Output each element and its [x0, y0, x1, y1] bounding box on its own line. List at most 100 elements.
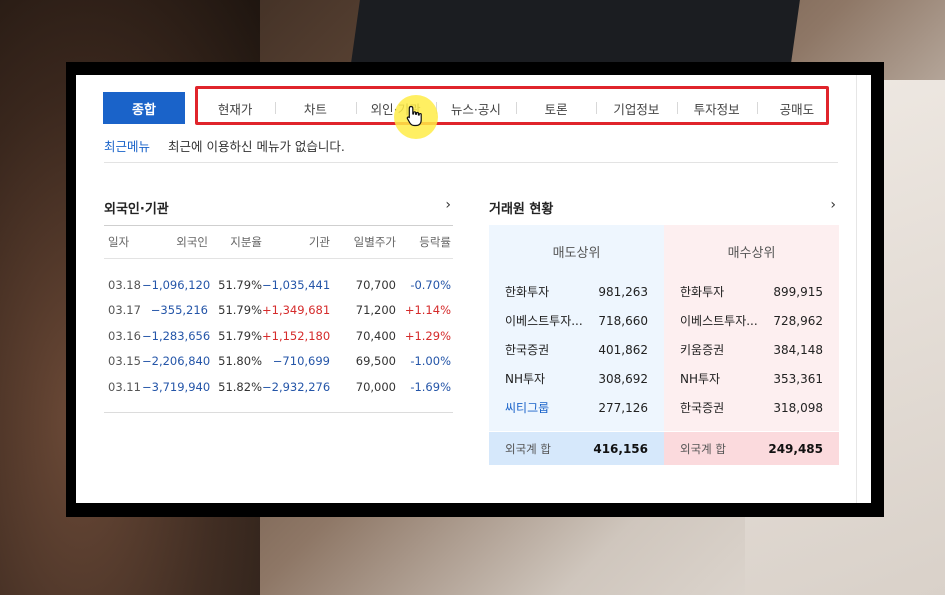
- broker-volume: 308,692: [598, 371, 648, 386]
- broker-row: 한국증권 318,098: [664, 393, 839, 422]
- broker-volume: 353,361: [773, 371, 823, 386]
- tab-company-info[interactable]: 기업정보: [596, 92, 676, 124]
- buy-foreign-total: 외국계 합 249,485: [664, 431, 839, 465]
- cell-date: 03.18: [108, 277, 141, 292]
- cell-change-rate: -0.70%: [410, 277, 451, 292]
- broker-name: NH투자: [680, 372, 721, 386]
- foreign-institution-section: 외국인·기관 › 일자 외국인 지분율 기관 일별주가 등락률 03.18 −1,…: [104, 197, 453, 413]
- cell-institution: +1,349,681: [262, 303, 331, 318]
- sell-top-box: 매도상위 한화투자 981,263 이베스트투자... 718,660 한국증권 401,…: [489, 225, 664, 465]
- broker-row: 한화투자 981,263: [489, 277, 664, 306]
- tab-bar: 종합 현재가 차트 외인·기관 뉴스·공시 토론 기업정보 투자정보 공매도: [103, 92, 837, 124]
- broker-name: 한화투자: [680, 285, 725, 299]
- broker-volume: 899,915: [773, 284, 823, 299]
- hand-pointer-icon: [406, 105, 422, 127]
- tab-news-disclosure[interactable]: 뉴스·공시: [435, 92, 516, 124]
- col-change-rate: 등락률: [419, 235, 451, 249]
- cell-foreign: −1,283,656: [142, 328, 211, 343]
- foreign-total-label: 외국계 합: [680, 441, 726, 456]
- table-row: 03.15 −2,206,840 51.80% −710,699 69,500 -1.00…: [104, 349, 453, 375]
- broker-volume: 718,660: [598, 313, 648, 328]
- cell-institution: −1,035,441: [262, 277, 331, 292]
- broker-row: 이베스트투자... 728,962: [664, 306, 839, 335]
- broker-row: 키움증권 384,148: [664, 335, 839, 364]
- stock-info-panel: 종합 현재가 차트 외인·기관 뉴스·공시 토론 기업정보 투자정보 공매도 최…: [76, 75, 871, 503]
- cell-foreign: −355,216: [150, 303, 208, 318]
- sell-foreign-total: 외국계 합 416,156: [489, 431, 664, 465]
- table-row: 03.11 −3,719,940 51.82% −2,932,276 70,000 -1.…: [104, 374, 453, 400]
- foreign-total-value: 416,156: [593, 441, 648, 456]
- tab-chart[interactable]: 차트: [275, 92, 355, 124]
- broker-volume: 981,263: [598, 284, 648, 299]
- broker-volume: 384,148: [773, 342, 823, 357]
- cell-daily-price: 70,000: [355, 379, 396, 394]
- chevron-right-icon[interactable]: ›: [445, 197, 451, 213]
- recent-menu-message: 최근에 이용하신 메뉴가 없습니다.: [168, 139, 345, 154]
- divider: [104, 412, 453, 413]
- tab-overview[interactable]: 종합: [103, 92, 185, 124]
- cell-change-rate: +1.14%: [404, 303, 451, 318]
- recent-menu-label[interactable]: 최근메뉴: [104, 136, 150, 155]
- cell-date: 03.16: [108, 328, 141, 343]
- cell-daily-price: 70,400: [355, 328, 396, 343]
- cell-institution: +1,152,180: [262, 328, 331, 343]
- section-title: 외국인·기관: [104, 202, 169, 217]
- broker-name: 한화투자: [505, 285, 550, 299]
- broker-volume: 277,126: [598, 400, 648, 415]
- cell-date: 03.17: [108, 303, 141, 318]
- cell-institution: −2,932,276: [262, 379, 331, 394]
- table-row: 03.18 −1,096,120 51.79% −1,035,441 70,700 -0.…: [104, 272, 453, 298]
- recent-menu: 최근메뉴 최근에 이용하신 메뉴가 없습니다.: [104, 136, 345, 155]
- table-header: 일자 외국인 지분율 기관 일별주가 등락률: [104, 225, 453, 259]
- cell-date: 03.15: [108, 354, 141, 369]
- cell-change-rate: -1.69%: [410, 379, 451, 394]
- cell-daily-price: 69,500: [355, 354, 396, 369]
- broker-row: NH투자 308,692: [489, 364, 664, 393]
- col-ownership: 지분율: [230, 235, 262, 249]
- table-row: 03.16 −1,283,656 51.79% +1,152,180 70,400 +1.…: [104, 323, 453, 349]
- broker-volume: 401,862: [598, 342, 648, 357]
- tab-list: 현재가 차트 외인·기관 뉴스·공시 토론 기업정보 투자정보 공매도: [195, 92, 837, 124]
- section-title: 거래원 현황: [489, 202, 554, 217]
- cell-date: 03.11: [108, 379, 141, 394]
- broker-row: NH투자 353,361: [664, 364, 839, 393]
- broker-name[interactable]: 씨티그룹: [505, 399, 549, 416]
- buy-top-header: 매수상위: [727, 245, 776, 261]
- broker-name: 한국증권: [505, 343, 550, 357]
- tab-discussion[interactable]: 토론: [516, 92, 596, 124]
- broker-name: 이베스트투자...: [505, 314, 583, 328]
- broker-name: 한국증권: [680, 401, 725, 415]
- broker-row: 씨티그룹 277,126: [489, 393, 664, 422]
- broker-row: 한국증권 401,862: [489, 335, 664, 364]
- col-institution: 기관: [308, 235, 330, 249]
- broker-row: 이베스트투자... 718,660: [489, 306, 664, 335]
- table-body: 03.18 −1,096,120 51.79% −1,035,441 70,700 -0.…: [104, 272, 453, 400]
- broker-volume: 728,962: [773, 313, 823, 328]
- broker-volume: 318,098: [773, 400, 823, 415]
- cell-foreign: −2,206,840: [142, 354, 211, 369]
- cell-change-rate: -1.00%: [410, 354, 451, 369]
- tab-investment-info[interactable]: 투자정보: [676, 92, 757, 124]
- cell-change-rate: +1.29%: [404, 328, 451, 343]
- cell-daily-price: 71,200: [355, 303, 396, 318]
- col-foreign: 외국인: [176, 235, 208, 249]
- cell-ownership: 51.79%: [218, 328, 262, 343]
- col-date: 일자: [108, 235, 130, 249]
- cell-daily-price: 70,700: [355, 277, 396, 292]
- cell-ownership: 51.79%: [218, 277, 262, 292]
- cell-institution: −710,699: [272, 354, 330, 369]
- cell-foreign: −3,719,940: [142, 379, 211, 394]
- broker-name: NH투자: [505, 372, 546, 386]
- broker-section: 거래원 현황 › 매도상위 한화투자 981,263 이베스트투자... 718,66…: [489, 197, 839, 465]
- table-row: 03.17 −355,216 51.79% +1,349,681 71,200 +1.14…: [104, 298, 453, 324]
- tab-current-price[interactable]: 현재가: [195, 92, 275, 124]
- chevron-right-icon[interactable]: ›: [830, 197, 836, 213]
- broker-name: 키움증권: [680, 343, 725, 357]
- cell-ownership: 51.80%: [218, 354, 262, 369]
- divider: [104, 162, 838, 163]
- cell-ownership: 51.79%: [218, 303, 262, 318]
- broker-name: 이베스트투자...: [680, 314, 758, 328]
- buy-top-box: 매수상위 한화투자 899,915 이베스트투자... 728,962 키움증권 384,…: [664, 225, 839, 465]
- tab-short-selling[interactable]: 공매도: [756, 92, 837, 124]
- sell-top-header: 매도상위: [552, 245, 601, 261]
